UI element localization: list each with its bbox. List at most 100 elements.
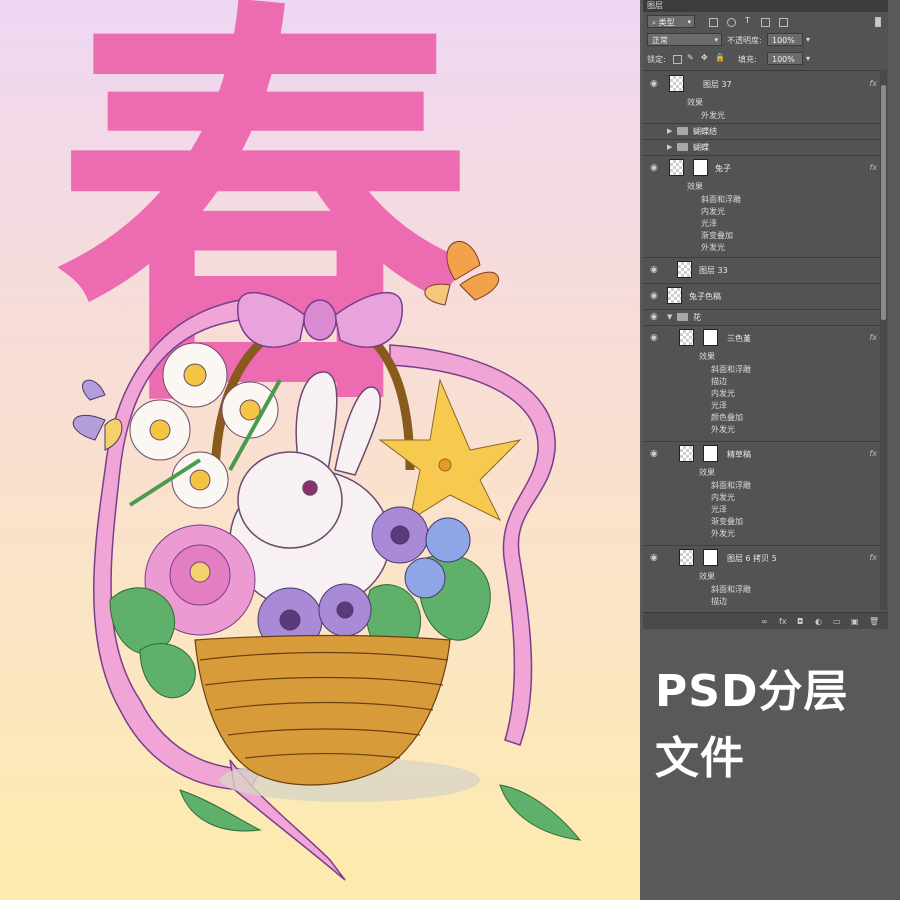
layer-row[interactable]: ◉ 精草稿 fx 效果 斜面和浮雕 内发光 光泽 渐变叠加 外发光 <box>643 441 883 546</box>
fx-icon[interactable]: fx <box>869 163 877 172</box>
lock-brush-icon[interactable]: ✎ <box>687 53 694 62</box>
link-icon[interactable]: ∞ <box>761 617 768 626</box>
fx-icon[interactable]: fx <box>869 553 877 562</box>
fx-icon[interactable]: fx <box>869 333 877 342</box>
visibility-eye-icon[interactable]: ◉ <box>650 449 658 459</box>
layer-name: 图层 6 拷贝 5 <box>727 554 777 563</box>
lock-transparent-icon[interactable] <box>673 55 682 64</box>
layer-mask-thumbnail <box>703 445 718 462</box>
filter-smart-icon[interactable] <box>779 18 788 27</box>
effects-label: 效果 <box>699 572 715 581</box>
filter-shape-icon[interactable] <box>761 18 770 27</box>
layer-thumbnail <box>667 287 682 304</box>
filter-adjust-icon[interactable] <box>727 18 736 27</box>
folder-icon <box>677 143 688 151</box>
filter-kind-select[interactable]: ⌕ 类型 ▾ <box>647 15 695 28</box>
filter-row: ⌕ 类型 ▾ T <box>643 14 888 30</box>
lock-label: 锁定: <box>647 55 666 64</box>
layer-thumbnail <box>669 159 684 176</box>
visibility-eye-icon[interactable]: ◉ <box>650 553 658 563</box>
filter-kind-value: 类型 <box>658 18 675 27</box>
panel-tab-bar: 图层 <box>643 0 888 12</box>
effects-label: 效果 <box>687 182 703 191</box>
effect-item: 光泽 <box>711 401 727 410</box>
fill-slider-icon[interactable]: ▾ <box>806 54 810 63</box>
effect-item: 斜面和浮雕 <box>711 585 751 594</box>
fx-icon[interactable]: fx <box>869 79 877 88</box>
effect-item: 外发光 <box>701 243 725 252</box>
mask-add-icon[interactable]: ◘ <box>797 617 803 626</box>
chevron-down-icon: ▾ <box>714 36 718 44</box>
layer-mask-thumbnail <box>693 159 708 176</box>
blend-mode-select[interactable]: 正常 ▾ <box>647 33 722 46</box>
lock-all-icon[interactable]: 🔒 <box>715 53 725 62</box>
butterfly-purple <box>72 379 123 451</box>
visibility-eye-icon[interactable]: ◉ <box>650 312 658 322</box>
layer-name: 蝴蝶 <box>693 143 709 152</box>
visibility-eye-icon[interactable]: ◉ <box>650 265 658 275</box>
layer-row[interactable]: ◉ 三色堇 fx 效果 斜面和浮雕 描边 内发光 光泽 颜色叠加 外发光 <box>643 325 883 442</box>
visibility-eye-icon[interactable]: ◉ <box>650 333 658 343</box>
layer-name: 三色堇 <box>727 334 751 343</box>
effect-item: 斜面和浮雕 <box>711 481 751 490</box>
layer-row[interactable]: ◉ 兔子 fx 效果 斜面和浮雕 内发光 光泽 渐变叠加 外发光 <box>643 155 883 258</box>
filter-text-icon[interactable]: T <box>745 16 750 25</box>
visibility-eye-icon[interactable]: ◉ <box>650 291 658 301</box>
scrollbar-thumb[interactable] <box>881 85 886 320</box>
opacity-slider-icon[interactable]: ▾ <box>806 35 810 44</box>
effect-item: 斜面和浮雕 <box>701 195 741 204</box>
layer-name: 蝴蝶结 <box>693 127 717 136</box>
layer-name: 花 <box>693 313 701 322</box>
trash-icon[interactable]: 🗑 <box>869 617 879 626</box>
fx-add-icon[interactable]: fx <box>779 617 787 626</box>
group-row[interactable]: ▶ 蝴蝶结 <box>643 123 883 140</box>
layers-panel: 图层 ⌕ 类型 ▾ T 正常 ▾ 不透明度: 100% ▾ 锁定: ✎ ✥ 🔒 … <box>643 0 888 629</box>
layer-row[interactable]: ◉ 图层 37 fx 效果 外发光 <box>643 71 883 124</box>
layer-row[interactable]: ◉ 图层 33 <box>643 257 883 284</box>
folder-icon <box>677 127 688 135</box>
layers-scrollbar[interactable] <box>880 70 887 610</box>
effect-item: 颜色叠加 <box>711 413 743 422</box>
effect-item: 内发光 <box>701 207 725 216</box>
opacity-label: 不透明度: <box>727 36 762 45</box>
fill-label: 填充: <box>738 55 757 64</box>
layer-row[interactable]: ◉ 兔子色稿 <box>643 283 883 310</box>
expand-arrow-icon[interactable]: ▶ <box>667 127 672 135</box>
filter-pixel-icon[interactable] <box>709 18 718 27</box>
layer-name: 精草稿 <box>727 450 751 459</box>
effects-label: 效果 <box>687 98 703 107</box>
new-group-icon[interactable]: ▭ <box>833 617 841 626</box>
effect-item: 描边 <box>711 377 727 386</box>
layer-mask-thumbnail <box>703 549 718 566</box>
effect-item: 渐变叠加 <box>701 231 733 240</box>
effect-item: 光泽 <box>711 505 727 514</box>
layers-list: ◉ 图层 37 fx 效果 外发光 ▶ 蝴蝶结 ▶ 蝴蝶 ◉ 兔子 fx 效果 <box>643 70 888 611</box>
visibility-eye-icon[interactable]: ◉ <box>650 163 658 173</box>
blend-row: 正常 ▾ 不透明度: 100% ▾ <box>643 32 888 48</box>
fx-icon[interactable]: fx <box>869 449 877 458</box>
layer-row[interactable]: ◉ 图层 6 拷贝 5 fx 效果 斜面和浮雕 描边 <box>643 545 883 611</box>
group-row[interactable]: ◉ ▼ 花 <box>643 309 883 326</box>
opacity-input[interactable]: 100% <box>767 33 803 46</box>
effects-label: 效果 <box>699 468 715 477</box>
visibility-eye-icon[interactable]: ◉ <box>650 79 658 89</box>
adjustment-icon[interactable]: ◐ <box>815 617 822 626</box>
effect-item: 光泽 <box>701 219 717 228</box>
blend-mode-value: 正常 <box>652 36 668 45</box>
new-layer-icon[interactable]: ▣ <box>851 617 859 626</box>
effect-item: 内发光 <box>711 389 735 398</box>
effect-item: 外发光 <box>711 425 735 434</box>
expand-arrow-icon[interactable]: ▼ <box>667 313 672 321</box>
effect-item: 渐变叠加 <box>711 517 743 526</box>
filter-toggle-icon[interactable] <box>875 17 881 27</box>
fill-input[interactable]: 100% <box>767 52 803 65</box>
layer-name: 兔子色稿 <box>689 292 721 301</box>
lock-move-icon[interactable]: ✥ <box>701 53 708 62</box>
group-row[interactable]: ▶ 蝴蝶 <box>643 139 883 156</box>
opacity-value: 100% <box>772 36 795 45</box>
search-icon: ⌕ <box>652 19 656 27</box>
tab-layers[interactable]: 图层 <box>647 0 663 11</box>
layer-thumbnail <box>669 75 684 92</box>
expand-arrow-icon[interactable]: ▶ <box>667 143 672 151</box>
lock-row: 锁定: ✎ ✥ 🔒 填充: 100% ▾ <box>643 51 888 67</box>
